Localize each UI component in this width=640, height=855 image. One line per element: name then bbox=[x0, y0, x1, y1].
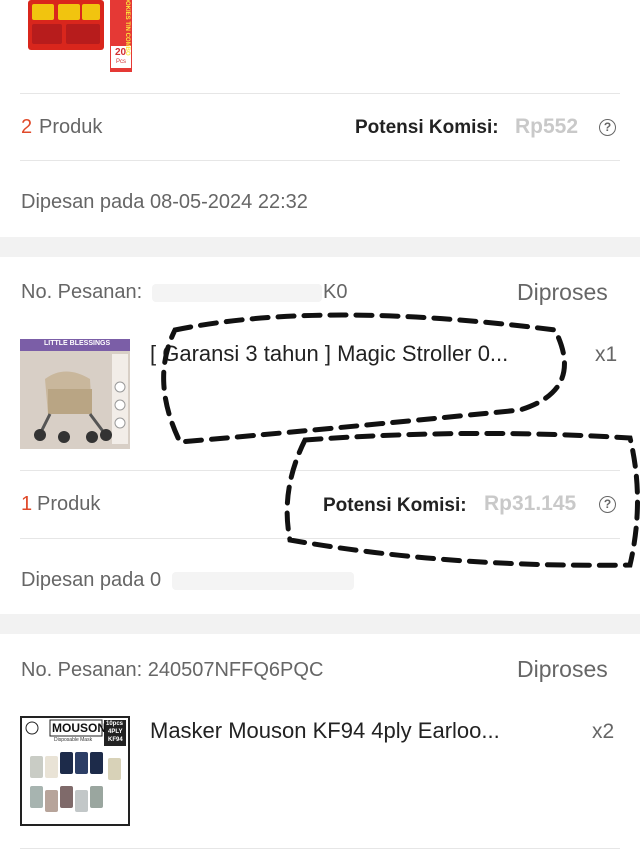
thumb-sub: Disposable Mask bbox=[54, 737, 93, 743]
thumb-badge-2: 4PLY bbox=[108, 729, 123, 735]
thumb-badge-1: 10pcs bbox=[106, 721, 124, 727]
thumb-badge-3: KF94 bbox=[108, 737, 123, 743]
order-status: Diproses bbox=[517, 656, 608, 682]
divider bbox=[20, 848, 620, 849]
order-number: No. Pesanan: 240507NFFQ6PQC bbox=[21, 659, 324, 681]
thumb-brand: MOUSON bbox=[52, 721, 106, 735]
product-quantity: x2 bbox=[592, 720, 615, 743]
product-title[interactable]: Masker Mouson KF94 4ply Earloo... bbox=[150, 718, 500, 744]
card-separator bbox=[0, 614, 640, 634]
product-thumbnail-mask[interactable]: MOUSON Disposable Mask 10pcs 4PLY KF94 bbox=[20, 716, 130, 826]
